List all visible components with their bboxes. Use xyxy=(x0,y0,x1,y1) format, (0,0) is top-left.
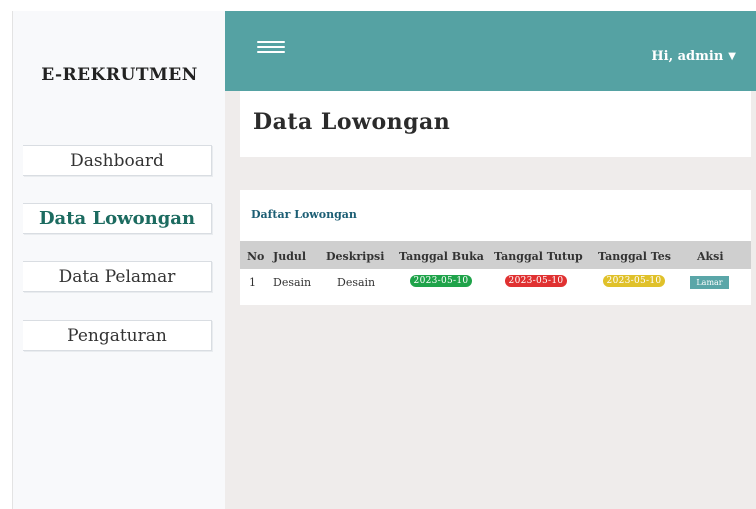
page-title-card: Data Lowongan xyxy=(240,91,751,157)
table-title: Daftar Lowongan xyxy=(251,208,357,221)
sidebar-item-dashboard[interactable]: Dashboard xyxy=(23,145,212,176)
cell-no: 1 xyxy=(249,276,256,289)
column-header-no: No xyxy=(247,250,265,263)
apply-button[interactable]: Lamar xyxy=(690,276,729,289)
sidebar-item-data-pelamar[interactable]: Data Pelamar xyxy=(23,261,212,292)
top-navbar: Hi, admin ▼ xyxy=(225,11,756,91)
sidebar-item-label: Pengaturan xyxy=(67,325,167,346)
sidebar-item-data-lowongan[interactable]: Data Lowongan xyxy=(23,203,212,234)
cell-judul: Desain xyxy=(273,276,312,289)
column-header-aksi: Aksi xyxy=(697,250,724,263)
user-menu[interactable]: Hi, admin ▼ xyxy=(651,49,736,64)
brand-logo-text: E-REKRUTMEN xyxy=(41,65,198,85)
user-greeting: Hi, admin xyxy=(651,49,724,64)
status-badge-close: 2023-05-10 xyxy=(505,275,567,287)
column-header-deskripsi: Deskripsi xyxy=(326,250,385,263)
main-content: Hi, admin ▼ Data Lowongan Daftar Lowonga… xyxy=(225,11,756,509)
sidebar-item-label: Data Lowongan xyxy=(38,208,196,229)
status-badge-test: 2023-05-10 xyxy=(603,275,665,287)
page-title: Data Lowongan xyxy=(253,109,451,135)
column-header-judul: Judul xyxy=(273,250,307,263)
column-header-tanggal-tes: Tanggal Tes xyxy=(598,250,671,263)
cell-deskripsi: Desain xyxy=(337,276,376,289)
status-badge-open: 2023-05-10 xyxy=(410,275,472,287)
table-header: No Judul Deskripsi Tanggal Buka Tanggal … xyxy=(240,241,751,269)
hamburger-icon[interactable] xyxy=(257,41,285,53)
column-header-tanggal-buka: Tanggal Buka xyxy=(399,250,484,263)
sidebar-item-pengaturan[interactable]: Pengaturan xyxy=(23,320,212,351)
table-card: Daftar Lowongan No Judul Deskripsi Tangg… xyxy=(240,190,751,305)
caret-down-icon: ▼ xyxy=(728,51,736,62)
sidebar: E-REKRUTMEN Dashboard Data Lowongan Data… xyxy=(12,11,226,509)
column-header-tanggal-tutup: Tanggal Tutup xyxy=(494,250,583,263)
sidebar-item-label: Data Pelamar xyxy=(58,266,176,287)
sidebar-item-label: Dashboard xyxy=(70,150,164,171)
